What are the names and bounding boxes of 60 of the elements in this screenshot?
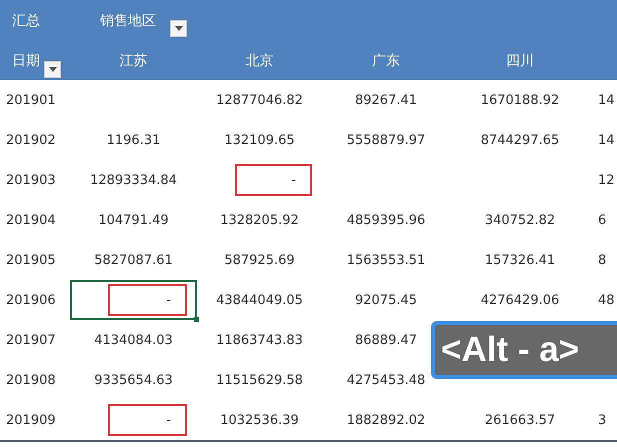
table-cell-text: 261663.57 [484, 412, 556, 430]
table-cell-text: 11515629.58 [215, 372, 304, 390]
table-cell-text: 4276429.06 [480, 292, 560, 310]
table-cell: 1670188.92 [450, 80, 590, 120]
row-header-cell-text: 201904 [5, 212, 57, 230]
caret-icon [48, 67, 56, 72]
table-cell: 89267.41 [322, 80, 450, 120]
table-cell-text: 5558879.97 [346, 132, 426, 150]
table-cell-text: 8744297.65 [480, 132, 560, 150]
table-cell-text: 1328205.92 [219, 212, 300, 230]
table-cell: - [70, 400, 197, 440]
table-cell-text: 1032536.39 [219, 412, 300, 430]
filter-dropdown-button[interactable] [170, 20, 187, 36]
row-header-cell-text: 201908 [5, 372, 57, 390]
table-cell-text: 1563553.51 [346, 252, 426, 270]
table-cell-text: 9335654.63 [93, 372, 174, 390]
table-cell-text: 132109.65 [223, 132, 296, 150]
column-header: 江苏 [120, 53, 148, 69]
table-cell-text: 4859395.96 [346, 212, 426, 230]
table-cell-text: 14 [597, 132, 616, 150]
column-field-label: 销售地区 [100, 12, 156, 30]
table-cell: 587925.69 [197, 240, 322, 280]
column-header: 四川 [506, 53, 534, 69]
table-cell: 5827087.61 [70, 240, 197, 280]
table-cell: 43844049.05 [197, 280, 322, 320]
table-cell-text: 1882892.02 [346, 412, 426, 430]
row-header-cell: 201906 [0, 280, 70, 320]
column-header: 北京 [246, 53, 274, 69]
row-header-cell: 201907 [0, 320, 70, 360]
table-cell-text: 4275453.48 [346, 372, 426, 390]
table-cell: 12877046.82 [197, 80, 322, 120]
table-cell: 4134084.03 [70, 320, 197, 360]
caret-icon [174, 26, 182, 30]
table-cell-text: 12893334.84 [89, 172, 178, 190]
row-header-cell: 201905 [0, 240, 70, 280]
table-cell-text: 86889.47 [354, 332, 418, 350]
table-cell-text: 8 [597, 252, 608, 270]
filter-dropdown-button[interactable] [44, 61, 61, 78]
column-header: 广东 [372, 53, 400, 69]
table-cell-text: 48 [597, 292, 616, 310]
row-field-label: 日期 [12, 52, 40, 70]
table-cell: 11863743.83 [197, 320, 322, 360]
row-header-cell: 201901 [0, 80, 70, 120]
table-cell: - [197, 160, 322, 200]
table-cell-text: 1196.31 [106, 132, 162, 150]
table-cell: - [70, 280, 197, 320]
row-header-cell-text: 201902 [5, 132, 57, 150]
row-header-cell-text: 201903 [5, 172, 57, 190]
row-header-cell-text: 201909 [5, 412, 57, 430]
table-cell-text: 92075.45 [354, 292, 418, 310]
keystroke-overlay: <Alt - a> [431, 321, 617, 379]
table-cell-text: 157326.41 [484, 252, 556, 270]
table-cell-text: 104791.49 [97, 212, 170, 230]
fill-handle[interactable] [194, 317, 199, 322]
table-cell: 14 [590, 80, 617, 120]
table-cell-text: 340752.82 [484, 212, 556, 230]
table-cell-text: 12 [597, 172, 616, 190]
table-cell-text: 3 [597, 412, 608, 430]
table-cell-text: 6 [597, 212, 608, 230]
value-label: 汇总 [12, 13, 40, 29]
